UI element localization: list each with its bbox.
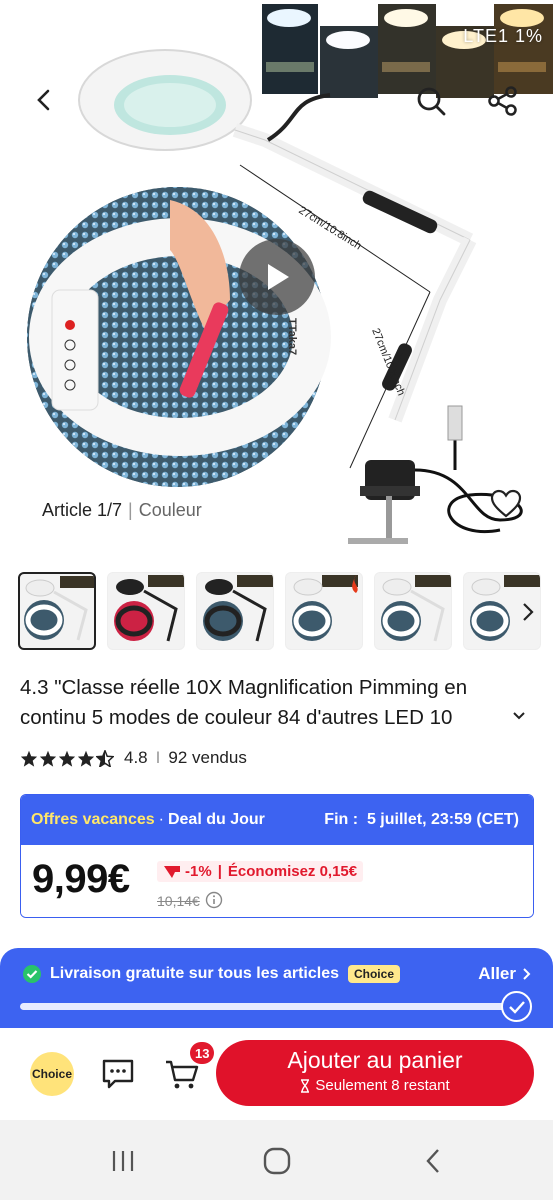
article-indicator[interactable]: Article 1/7 | Couleur	[42, 500, 202, 521]
check-circle-icon	[23, 965, 41, 983]
discount-tag: -1% | Économisez 0,15€	[157, 861, 364, 882]
chevron-right-icon	[523, 603, 534, 621]
thumbnail-next-button[interactable]	[517, 598, 539, 626]
system-navigation-bar	[0, 1120, 553, 1200]
savings-text: Économisez 0,15€	[227, 863, 358, 880]
product-title: 4.3 "Classe réelle 10X Magnlification Pi…	[20, 676, 468, 729]
deal-header: Offres vacances · Deal du Jour Fin : 5 j…	[21, 795, 533, 845]
add-to-cart-button[interactable]: Ajouter au panier Seulement 8 restant	[216, 1040, 534, 1106]
star-half-icon	[96, 749, 114, 767]
thumbnail-image	[114, 575, 184, 642]
status-bar: LTE1 1%	[463, 26, 543, 46]
rating-value: 4.8	[124, 748, 148, 767]
chevron-right-icon	[523, 968, 531, 980]
thumbnail-image	[381, 575, 451, 642]
go-link[interactable]: Aller	[478, 964, 531, 984]
recent-apps-button[interactable]	[103, 1144, 143, 1178]
svg-text:TTaka7: TTaka7	[286, 318, 298, 355]
bottom-action-bar: Choice 13 Ajouter au panier Seulement 8 …	[0, 1028, 553, 1120]
checkmark-icon	[508, 1000, 525, 1014]
progress-fill	[20, 1003, 506, 1010]
play-video-button[interactable]	[239, 239, 315, 315]
chevron-left-icon	[37, 89, 50, 111]
message-button[interactable]	[98, 1054, 138, 1094]
play-icon	[268, 264, 289, 290]
original-price: 10,14€	[157, 893, 200, 909]
deal-end-date: 5 juillet, 23:59 (CET)	[366, 811, 519, 828]
offers-label: Offres vacances	[31, 811, 155, 828]
variant-label: Couleur	[138, 500, 202, 520]
thumbnail-strip	[18, 572, 553, 652]
shipping-info: Livraison gratuite sur tous les articles…	[22, 964, 400, 984]
deal-body: 9,99€ -1% | Économisez 0,15€ 10,14€	[21, 845, 533, 917]
rating-separator: I	[155, 748, 161, 767]
current-price: 9,99€	[32, 857, 130, 901]
thumbnail-image	[24, 576, 94, 641]
choice-badge[interactable]: Choice	[30, 1052, 74, 1096]
discount-separator: |	[217, 863, 222, 880]
deal-of-day-label: Deal du Jour	[167, 811, 265, 828]
star-icon	[58, 750, 76, 767]
star-icon	[20, 750, 38, 767]
deal-end-label: Fin :	[324, 811, 359, 828]
shipping-progress-bar	[20, 1003, 506, 1010]
article-index: Article 1/7	[42, 500, 123, 520]
chevron-down-icon	[513, 712, 525, 720]
deal-dot: ·	[158, 811, 164, 828]
recent-apps-icon	[112, 1151, 134, 1171]
thumbnail-1[interactable]	[18, 572, 96, 650]
thumbnail-2[interactable]	[107, 572, 185, 650]
sold-count: 92 vendus	[168, 748, 247, 767]
system-back-button[interactable]	[413, 1144, 453, 1178]
share-icon	[488, 86, 517, 116]
wishlist-button[interactable]	[484, 482, 528, 526]
stock-note: Seulement 8 restant	[216, 1077, 534, 1094]
rating-row[interactable]: 4.8 I 92 vendus	[20, 748, 247, 768]
search-icon	[417, 87, 446, 116]
thumbnail-image	[203, 575, 273, 642]
star-icon	[39, 750, 57, 767]
add-to-cart-label: Ajouter au panier	[287, 1047, 463, 1073]
choice-pill: Choice	[347, 965, 400, 983]
deal-end: Fin : 5 juillet, 23:59 (CET)	[324, 811, 519, 829]
article-separator: |	[128, 500, 133, 520]
thumbnail-3[interactable]	[196, 572, 274, 650]
go-link-label: Aller	[478, 964, 516, 983]
discount-percent: -1%	[185, 863, 212, 880]
shipping-text: Livraison gratuite sur tous les articles	[50, 965, 339, 982]
arrow-down-icon	[164, 865, 180, 878]
cart-icon	[166, 1060, 199, 1089]
free-shipping-banner[interactable]: Livraison gratuite sur tous les articles…	[0, 948, 553, 1028]
star-rating	[20, 749, 114, 767]
back-button[interactable]	[26, 82, 62, 118]
search-button[interactable]	[410, 80, 452, 122]
expand-title-button[interactable]	[508, 705, 530, 727]
deal-box: Offres vacances · Deal du Jour Fin : 5 j…	[20, 794, 534, 918]
svg-text:27cm/10.8inch: 27cm/10.8inch	[296, 204, 363, 252]
back-arrow-icon	[426, 1149, 439, 1173]
home-button[interactable]	[257, 1144, 297, 1178]
stock-note-text: Seulement 8 restant	[315, 1077, 450, 1094]
chat-icon	[102, 1059, 134, 1089]
info-icon[interactable]	[205, 891, 223, 909]
share-button[interactable]	[482, 80, 524, 122]
heart-icon	[490, 489, 522, 518]
star-icon	[77, 750, 95, 767]
progress-complete-badge	[501, 991, 532, 1022]
thumbnail-5[interactable]	[374, 572, 452, 650]
cart-count-badge: 13	[190, 1042, 215, 1064]
hourglass-icon	[301, 1078, 310, 1093]
thumbnail-image	[292, 575, 358, 641]
home-icon	[263, 1147, 291, 1175]
thumbnail-4[interactable]	[285, 572, 363, 650]
product-image-gallery[interactable]: 27cm/10.8inch 27cm/10.8inch TTaka7 LTE1 …	[0, 0, 553, 558]
